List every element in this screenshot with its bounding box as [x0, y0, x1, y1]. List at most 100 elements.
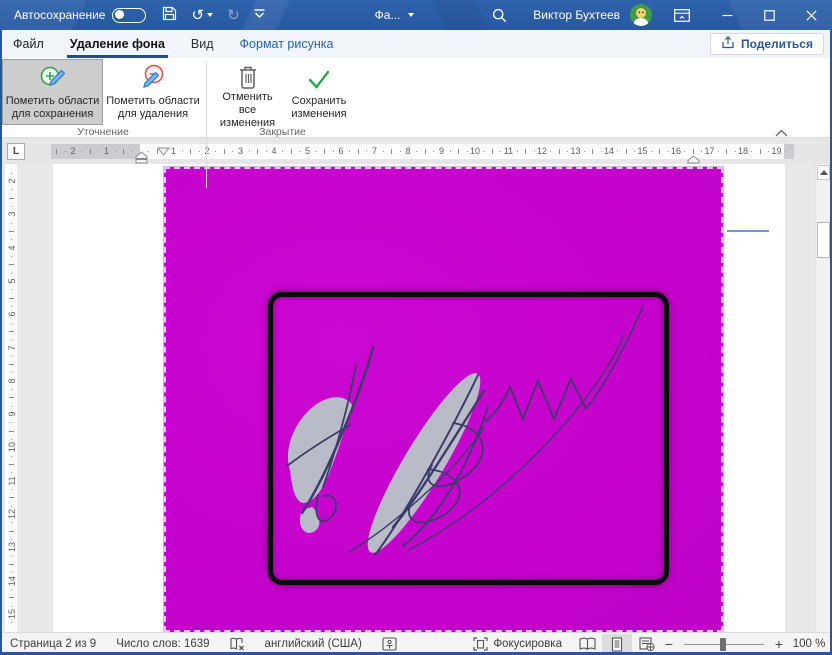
ribbon: Пометить области для сохранения Пометить …: [0, 58, 832, 188]
mark-areas-to-remove-button[interactable]: Пометить области для удаления: [104, 59, 202, 125]
document-horizontal-line: [727, 230, 769, 232]
ruler-number: 1: [103, 146, 110, 156]
ruler-tick: [717, 151, 719, 152]
share-button[interactable]: Поделиться: [709, 33, 824, 55]
ruler-tick: [11, 472, 12, 474]
close-button[interactable]: [790, 0, 832, 30]
user-name[interactable]: Виктор Бухтеев: [533, 8, 620, 22]
ruler-tick: [751, 151, 753, 152]
autosave-label: Автосохранение: [14, 8, 106, 22]
group-label-refine: Уточнение: [77, 126, 129, 138]
tab-picture-format[interactable]: Формат рисунка: [227, 30, 347, 58]
ruler-number: 12: [7, 509, 17, 520]
trash-icon: [235, 63, 261, 91]
button-label: Пометить области: [106, 95, 200, 107]
ruler-number: 8: [7, 378, 17, 384]
ruler-tick: [759, 149, 761, 154]
ruler-tick: [659, 149, 661, 154]
ruler-tick: [11, 272, 12, 274]
ruler-tick: [148, 151, 150, 152]
undo-icon[interactable]: ↺: [191, 8, 204, 23]
ruler-tick: [449, 151, 451, 152]
first-line-indent-marker[interactable]: [156, 143, 171, 161]
keep-changes-button[interactable]: Сохранить изменения: [285, 59, 353, 125]
ruler-tick: [357, 149, 359, 154]
ruler-tick: [424, 149, 426, 154]
ruler-tick: [458, 149, 460, 154]
minimize-button[interactable]: [706, 0, 748, 30]
ruler-tick: [349, 151, 351, 152]
tab-file[interactable]: Файл: [0, 30, 57, 58]
ruler-tick: [466, 151, 468, 152]
ruler-tick: [558, 149, 560, 154]
maximize-button[interactable]: [748, 0, 790, 30]
ruler-tick: [265, 151, 267, 152]
undo-caret-icon[interactable]: [207, 13, 214, 17]
ruler-number: 11: [503, 146, 514, 156]
left-indent-marker[interactable]: [135, 151, 148, 169]
ruler-tick: [9, 563, 14, 565]
ruler-tick: [9, 297, 14, 299]
ribbon-display-options-icon[interactable]: [674, 8, 690, 22]
ruler-number: 8: [405, 146, 411, 156]
collapse-ribbon-icon[interactable]: [775, 124, 788, 142]
ruler-number: 9: [7, 411, 17, 417]
tab-stop-selector[interactable]: L: [7, 143, 25, 160]
button-label: изменения: [291, 108, 347, 120]
ruler-tick: [11, 439, 12, 441]
mark-remove-icon: [137, 63, 169, 95]
ruler-number: 18: [737, 146, 749, 156]
ruler-tick: [9, 430, 14, 432]
ruler-tick: [248, 151, 250, 152]
tab-background-removal[interactable]: Удаление фона: [57, 30, 178, 58]
ruler-number: 13: [570, 146, 581, 156]
ruler-number: 6: [7, 311, 17, 317]
toggle-knob: [115, 10, 125, 19]
ruler-tick: [98, 151, 100, 152]
ruler-tick: [9, 230, 14, 232]
ruler-tick: [290, 149, 292, 154]
document-title[interactable]: Фа...: [375, 8, 415, 22]
ruler-tick: [81, 151, 83, 152]
tab-view[interactable]: Вид: [178, 30, 227, 58]
drawn-keep-frame: [268, 292, 669, 585]
customize-quick-access-icon[interactable]: [254, 6, 265, 24]
ruler-tick: [525, 149, 527, 154]
ruler-number: 6: [338, 146, 344, 156]
search-icon[interactable]: [466, 8, 533, 23]
scrollbar-thumb[interactable]: [817, 222, 830, 258]
discard-all-changes-button[interactable]: Отменить все изменения: [212, 59, 283, 129]
zoom-in-button[interactable]: +: [772, 636, 786, 652]
ruler-tick: [391, 149, 393, 154]
ruler-tick: [592, 149, 594, 154]
ruler-tick: [232, 151, 234, 152]
ruler-zone: L 2 1 1 2 3 4 5 6 7 8 9 10 11 12 13 14 15 16 17 18 19: [0, 138, 832, 164]
zoom-out-button[interactable]: −: [662, 636, 676, 652]
vertical-scrollbar[interactable]: [815, 164, 830, 632]
ruler-tick: [332, 151, 334, 152]
ruler-tick: [11, 572, 12, 574]
ruler-tick: [131, 151, 133, 152]
ruler-tick: [491, 149, 493, 154]
save-icon[interactable]: [162, 6, 177, 24]
ruler-tick: [366, 151, 368, 152]
ruler-tick: [9, 330, 14, 332]
document-area: 2 3 4 5 6 7 8 9 10 11 12 13 14 15: [0, 164, 832, 632]
selected-picture-background-removal[interactable]: [163, 166, 724, 632]
right-indent-marker[interactable]: [687, 151, 700, 169]
mark-areas-to-keep-button[interactable]: Пометить области для сохранения: [2, 59, 103, 125]
ruler-tick: [11, 489, 12, 491]
group-label-close: Закрытие: [259, 126, 306, 138]
button-label: Сохранить: [291, 95, 347, 107]
scroll-up-button[interactable]: [817, 165, 830, 180]
zoom-level[interactable]: 100 %: [786, 638, 832, 650]
ruler-tick: [64, 151, 66, 152]
ruler-tick: [9, 264, 14, 266]
autosave-toggle[interactable]: [112, 7, 147, 23]
ruler-number: 4: [7, 245, 17, 251]
zoom-slider-thumb[interactable]: [720, 637, 726, 651]
user-avatar[interactable]: [630, 4, 652, 26]
ruler-tick: [11, 339, 12, 341]
ruler-tick: [11, 289, 12, 291]
ruler-tick: [9, 530, 14, 532]
